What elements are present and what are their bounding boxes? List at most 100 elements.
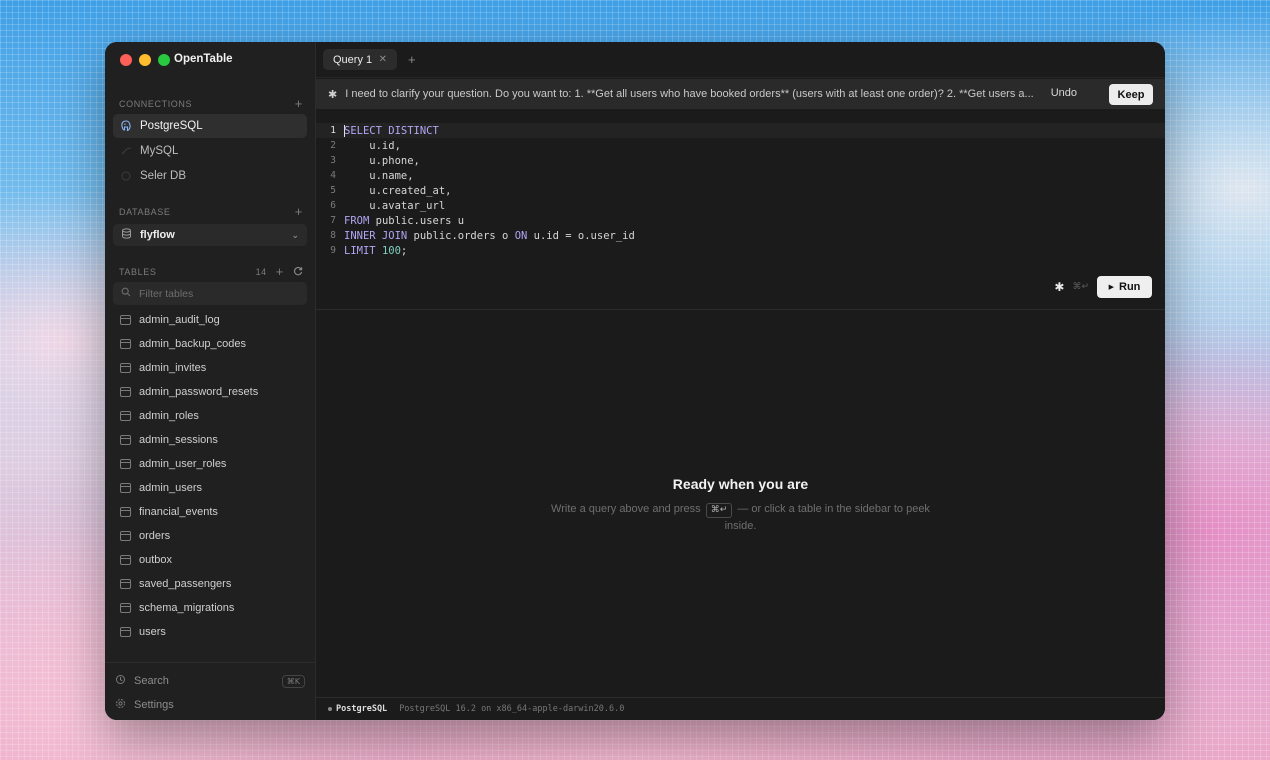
- connection-label: PostgreSQL: [140, 120, 203, 132]
- gear-icon: [115, 698, 126, 712]
- tab-query-1[interactable]: Query 1 ✕: [323, 49, 397, 70]
- filter-tables-input[interactable]: [139, 287, 289, 300]
- add-table-button[interactable]: +: [276, 265, 284, 278]
- table-item[interactable]: financial_events: [113, 500, 307, 524]
- table-item[interactable]: orders: [113, 524, 307, 548]
- status-version: PostgreSQL 16.2 on x86_64-apple-darwin20…: [399, 704, 625, 714]
- empty-state-text-before: Write a query above and press: [551, 503, 701, 515]
- ai-sparkle-icon[interactable]: ✱: [1054, 280, 1064, 294]
- connection-item-mysql[interactable]: MySQL: [113, 139, 307, 163]
- table-icon: [120, 603, 131, 613]
- table-item-label: schema_migrations: [139, 602, 235, 614]
- table-item[interactable]: schema_migrations: [113, 596, 307, 620]
- run-button-label: Run: [1119, 281, 1141, 293]
- code-line: 5 u.created_at,: [316, 183, 1165, 198]
- line-number: 1: [330, 125, 336, 136]
- code-line: 9 LIMIT 100;: [316, 243, 1165, 258]
- settings-button[interactable]: Settings: [115, 695, 305, 715]
- chevron-down-icon: ⌄: [291, 229, 299, 240]
- database-icon: [120, 170, 132, 182]
- status-dot-icon: [328, 707, 332, 711]
- code-line: 2 u.id,: [316, 138, 1165, 153]
- line-number: 5: [330, 185, 336, 196]
- line-number: 8: [330, 230, 336, 241]
- code-text: u.id,: [344, 139, 401, 152]
- connection-item-postgresql[interactable]: PostgreSQL: [113, 114, 307, 138]
- app-window: OpenTable CONNECTIONS + PostgreSQL MySQL…: [105, 42, 1165, 720]
- run-controls: ✱ ⌘↵ ▶ Run: [1054, 276, 1152, 298]
- sql-editor[interactable]: 1 SELECT DISTINCT 2 u.id, 3 u.phone, 4 u…: [316, 123, 1165, 258]
- editor-results-divider[interactable]: [316, 309, 1165, 310]
- table-item[interactable]: admin_password_resets: [113, 380, 307, 404]
- main-panel: Query 1 ✕ + ✱ I need to clarify your que…: [316, 42, 1165, 720]
- database-select[interactable]: flyflow ⌄: [113, 224, 307, 246]
- add-database-button[interactable]: +: [295, 205, 303, 218]
- empty-state-kbd: ⌘↵: [705, 503, 733, 518]
- play-icon: ▶: [1108, 284, 1114, 291]
- search-button[interactable]: Search ⌘K: [115, 671, 305, 691]
- table-item-label: admin_audit_log: [139, 314, 220, 326]
- table-icon: [120, 411, 131, 421]
- table-item-label: admin_sessions: [139, 434, 218, 446]
- table-item-label: users: [139, 626, 166, 638]
- table-icon: [120, 507, 131, 517]
- close-window-button[interactable]: [120, 54, 132, 66]
- table-item-label: admin_password_resets: [139, 386, 259, 398]
- tab-label: Query 1: [333, 53, 373, 66]
- table-item-label: admin_users: [139, 482, 202, 494]
- sparkle-icon: ✱: [328, 88, 338, 101]
- table-item[interactable]: saved_passengers: [113, 572, 307, 596]
- ai-suggestion-bar: ✱ I need to clarify your question. Do yo…: [316, 79, 1165, 109]
- status-engine: PostgreSQL: [328, 704, 387, 714]
- search-label: Search: [134, 675, 169, 687]
- table-item[interactable]: admin_backup_codes: [113, 332, 307, 356]
- history-icon: [115, 674, 126, 688]
- tables-header: TABLES 14 +: [119, 265, 303, 278]
- code-line: 8 INNER JOIN public.orders o ON u.id = o…: [316, 228, 1165, 243]
- undo-button[interactable]: Undo: [1051, 87, 1077, 99]
- tables-list: admin_audit_log admin_backup_codes admin_i…: [113, 308, 307, 644]
- table-item[interactable]: admin_audit_log: [113, 308, 307, 332]
- table-icon: [120, 531, 131, 541]
- table-item[interactable]: admin_roles: [113, 404, 307, 428]
- run-button[interactable]: ▶ Run: [1097, 276, 1152, 298]
- table-item[interactable]: users: [113, 620, 307, 644]
- table-icon: [120, 315, 131, 325]
- code-text: u.created_at,: [344, 184, 452, 197]
- refresh-icon[interactable]: [293, 266, 303, 278]
- connection-item-seler-db[interactable]: Seler DB: [113, 164, 307, 188]
- table-item[interactable]: admin_users: [113, 476, 307, 500]
- table-item[interactable]: admin_user_roles: [113, 452, 307, 476]
- database-header: DATABASE +: [119, 205, 303, 218]
- table-item[interactable]: admin_invites: [113, 356, 307, 380]
- status-bar: PostgreSQL PostgreSQL 16.2 on x86_64-app…: [316, 697, 1165, 720]
- minimize-window-button[interactable]: [139, 54, 151, 66]
- close-tab-icon[interactable]: ✕: [379, 54, 387, 65]
- table-item-label: outbox: [139, 554, 173, 566]
- empty-state-title: Ready when you are: [672, 476, 809, 492]
- table-item[interactable]: outbox: [113, 548, 307, 572]
- keep-button[interactable]: Keep: [1109, 84, 1153, 105]
- table-icon: [120, 363, 131, 373]
- line-number: 6: [330, 200, 336, 211]
- code-text: LIMIT 100;: [344, 244, 408, 257]
- search-shortcut: ⌘K: [281, 674, 305, 688]
- table-icon: [120, 579, 131, 589]
- code-line: 7 FROM public.users u: [316, 213, 1165, 228]
- table-icon: [120, 555, 131, 565]
- window-controls: [120, 54, 170, 66]
- code-text: u.phone,: [344, 154, 420, 167]
- table-item[interactable]: admin_sessions: [113, 428, 307, 452]
- new-tab-button[interactable]: +: [408, 52, 416, 67]
- code-line: 6 u.avatar_url: [316, 198, 1165, 213]
- line-number: 4: [330, 170, 336, 181]
- filter-tables-field[interactable]: [113, 282, 307, 305]
- zoom-window-button[interactable]: [158, 54, 170, 66]
- add-connection-button[interactable]: +: [295, 97, 303, 110]
- code-text: FROM public.users u: [344, 214, 465, 227]
- code-line: 1 SELECT DISTINCT: [316, 123, 1165, 138]
- code-text: u.name,: [344, 169, 414, 182]
- app-name: OpenTable: [174, 53, 233, 65]
- table-item-label: financial_events: [139, 506, 218, 518]
- connection-label: Seler DB: [140, 170, 187, 182]
